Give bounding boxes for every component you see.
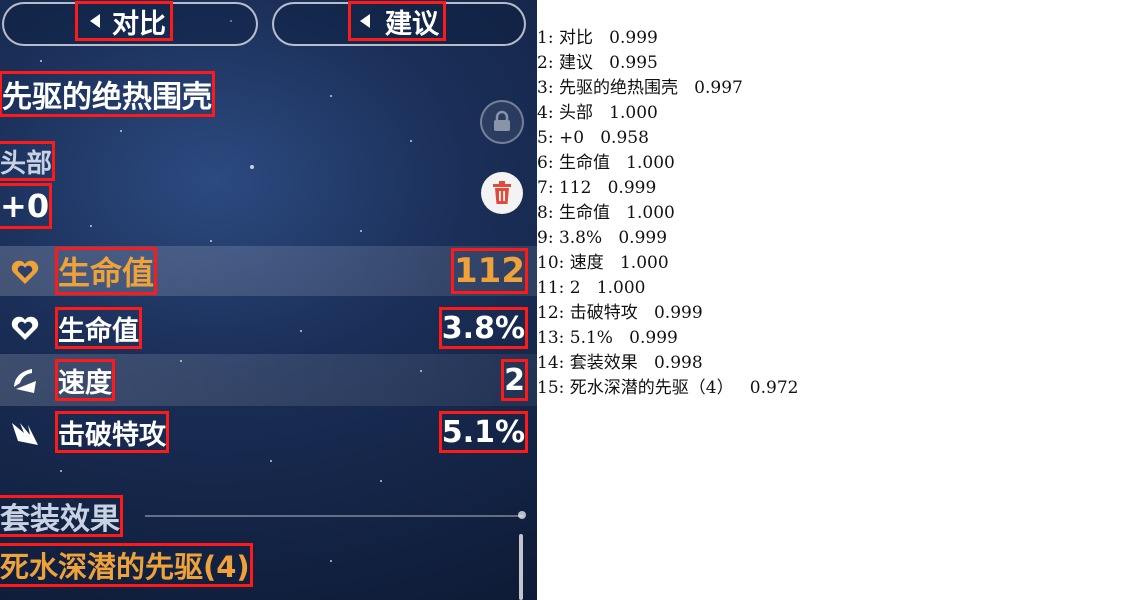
sub-stat-row: 速度 2	[0, 354, 537, 406]
ocr-results-list: 1: 对比 0.999 2: 建议 0.995 3: 先驱的绝热围壳 0.997…	[537, 26, 798, 401]
slot-label: 头部	[0, 141, 56, 181]
scrollbar[interactable]	[519, 534, 523, 600]
ocr-result-line: 11: 2 1.000	[537, 278, 646, 298]
sub-stat-row: 生命值 3.8%	[0, 302, 537, 354]
sub-stat-value: 5.1%	[438, 411, 529, 453]
trash-icon	[493, 181, 511, 204]
item-title: 先驱的绝热围壳	[0, 71, 215, 117]
sub-stat-value: 3.8%	[438, 307, 529, 349]
ocr-result-line: 9: 3.8% 0.999	[537, 228, 668, 248]
ocr-result-line: 5: +0 0.958	[537, 128, 649, 148]
divider-dot	[518, 511, 526, 519]
ocr-result-line: 6: 生命值 1.000	[537, 153, 675, 173]
set-effect-heading: 套装效果	[0, 495, 123, 537]
sub-stat-label: 生命值	[55, 307, 142, 349]
set-name: 死水深潜的先驱(4)	[0, 543, 253, 587]
ocr-result-line: 7: 112 0.999	[537, 178, 657, 198]
ocr-result-line: 13: 5.1% 0.999	[537, 328, 678, 348]
lock-icon	[494, 110, 510, 131]
divider	[145, 515, 523, 517]
sub-stat-label: 击破特攻	[55, 411, 169, 453]
compare-button-label: 对比	[75, 1, 173, 41]
heart-icon	[11, 260, 39, 284]
ocr-result-line: 1: 对比 0.999	[537, 28, 658, 48]
level-label: +0	[0, 183, 53, 229]
ocr-result-line: 4: 头部 1.000	[537, 103, 658, 123]
heart-icon	[11, 316, 39, 340]
break-icon	[12, 423, 38, 445]
sub-stat-label: 速度	[55, 359, 115, 401]
ocr-result-line: 14: 套装效果 0.998	[537, 353, 703, 373]
ocr-result-line: 3: 先驱的绝热围壳 0.997	[537, 78, 743, 98]
ocr-result-line: 10: 速度 1.000	[537, 253, 669, 273]
ocr-result-line: 8: 生命值 1.000	[537, 203, 675, 223]
lock-button[interactable]	[480, 100, 524, 144]
sub-stat-value: 2	[501, 359, 528, 401]
sub-stat-row: 击破特攻 5.1%	[0, 406, 537, 458]
main-stat-label: 生命值	[54, 247, 158, 295]
discard-button[interactable]	[481, 172, 523, 214]
main-stat-value: 112	[451, 248, 528, 294]
game-screenshot: 对比 建议 先驱的绝热围壳 头部 +0 生命值 112 生命值 3.8% 速度 …	[0, 0, 537, 600]
suggest-button-label: 建议	[348, 1, 446, 41]
ocr-result-line: 15: 死水深潜的先驱（4） 0.972	[537, 378, 799, 398]
ocr-result-line: 2: 建议 0.995	[537, 53, 658, 73]
ocr-result-line: 12: 击破特攻 0.999	[537, 303, 703, 323]
main-stat-row: 生命值 112	[0, 246, 537, 296]
speed-icon	[14, 369, 36, 393]
